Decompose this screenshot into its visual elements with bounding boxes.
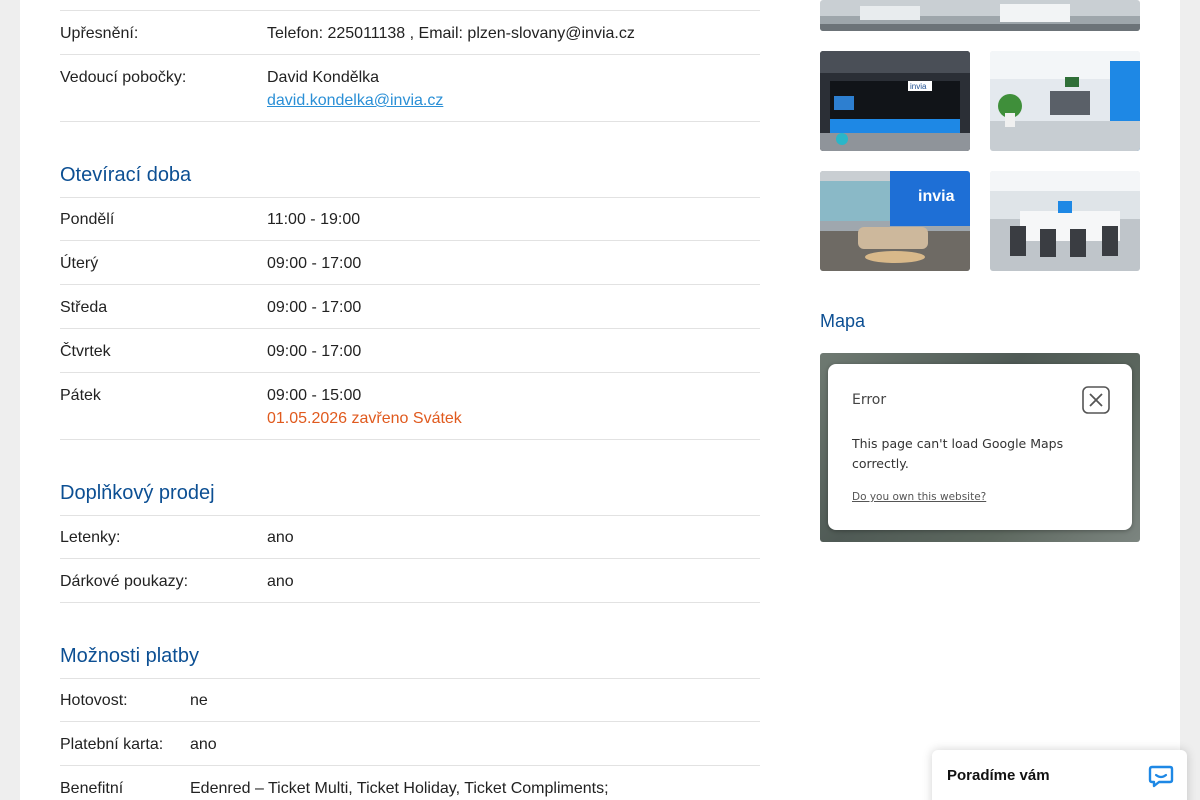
hours-row-tuesday: Úterý 09:00 - 17:00 [60, 241, 760, 285]
hours-row-monday: Pondělí 11:00 - 19:00 [60, 197, 760, 241]
manager-value: David Kondělka david.kondelka@invia.cz [267, 66, 443, 112]
payment-label: Hotovost: [60, 692, 128, 709]
extra-sales-title: Doplňkový prodej [60, 481, 760, 516]
gallery-photo-desk[interactable] [990, 171, 1140, 271]
day-label: Středa [60, 299, 108, 316]
extra-row-vouchers: Dárkové poukazy: ano [60, 559, 760, 603]
payment-label: Benefitní [60, 780, 124, 797]
day-label: Čtvrtek [60, 343, 111, 360]
info-row-refine: Upřesnění: Telefon: 225011138 , Email: p… [60, 11, 760, 55]
payment-value: Edenred – Ticket Multi, Ticket Holiday, … [190, 780, 609, 797]
manager-email-link[interactable]: david.kondelka@invia.cz [267, 92, 443, 109]
map-error-message: This page can't load Google Maps correct… [852, 436, 1064, 471]
day-hours: 09:00 - 17:00 [267, 343, 362, 360]
extra-label: Letenky: [60, 529, 121, 546]
hours-row-friday: Pátek 09:00 - 15:00 01.05.2026 zavřeno S… [60, 373, 760, 440]
payment-row-card: Platební karta: ano [60, 722, 760, 766]
hours-row-thursday: Čtvrtek 09:00 - 17:00 [60, 329, 760, 373]
map-container[interactable]: Error This page can't load Google Maps c… [820, 353, 1140, 542]
day-hours: 09:00 - 17:00 [267, 299, 362, 316]
opening-hours-title: Otevírací doba [60, 163, 760, 198]
payment-title: Možnosti platby [60, 644, 760, 679]
extra-value: ano [267, 529, 294, 546]
day-label: Pondělí [60, 211, 115, 228]
map-error-title: Error [852, 392, 887, 408]
extra-row-tickets: Letenky: ano [60, 515, 760, 559]
refine-label: Upřesnění: [60, 25, 139, 42]
close-icon[interactable] [1082, 386, 1110, 414]
payment-value: ano [190, 736, 217, 753]
chat-label: Poradíme vám [947, 767, 1050, 784]
day-label: Pátek [60, 387, 101, 404]
info-row-manager: Vedoucí pobočky: David Kondělka david.ko… [60, 55, 760, 122]
map-title: Mapa [820, 311, 866, 331]
map-owner-link[interactable]: Do you own this website? [852, 491, 986, 503]
payment-row-benefit: Benefitní Edenred – Ticket Multi, Ticket… [60, 766, 760, 800]
day-hours: 09:00 - 17:00 [267, 255, 362, 272]
chat-widget[interactable]: Poradíme vám [932, 750, 1187, 800]
gallery-photo-storefront[interactable]: invia [820, 51, 970, 151]
payment-label: Platební karta: [60, 736, 164, 753]
payment-value: ne [190, 692, 208, 709]
manager-name: David Kondělka [267, 69, 380, 86]
refine-value: Telefon: 225011138 , Email: plzen-slovan… [267, 25, 635, 42]
day-hours: 09:00 - 15:00 [267, 387, 362, 404]
extra-value: ano [267, 573, 294, 590]
storefront-logo: invia [910, 82, 927, 91]
payment-row-cash: Hotovost: ne [60, 678, 760, 722]
hours-row-wednesday: Středa 09:00 - 17:00 [60, 285, 760, 329]
chat-bubble-icon [1148, 763, 1174, 789]
day-hours-with-note: 09:00 - 15:00 01.05.2026 zavřeno Svátek [267, 384, 462, 430]
gallery-main-photo[interactable] [820, 0, 1140, 31]
gallery-photo-office[interactable] [990, 51, 1140, 151]
day-hours: 11:00 - 19:00 [267, 211, 361, 228]
manager-label: Vedoucí pobočky: [60, 69, 187, 86]
extra-label: Dárkové poukazy: [60, 573, 189, 590]
gallery-photo-lounge[interactable]: invia [820, 171, 970, 271]
map-error-dialog: Error This page can't load Google Maps c… [828, 364, 1132, 530]
lounge-logo: invia [918, 188, 955, 205]
day-label: Úterý [60, 255, 99, 272]
holiday-note: 01.05.2026 zavřeno Svátek [267, 410, 462, 427]
